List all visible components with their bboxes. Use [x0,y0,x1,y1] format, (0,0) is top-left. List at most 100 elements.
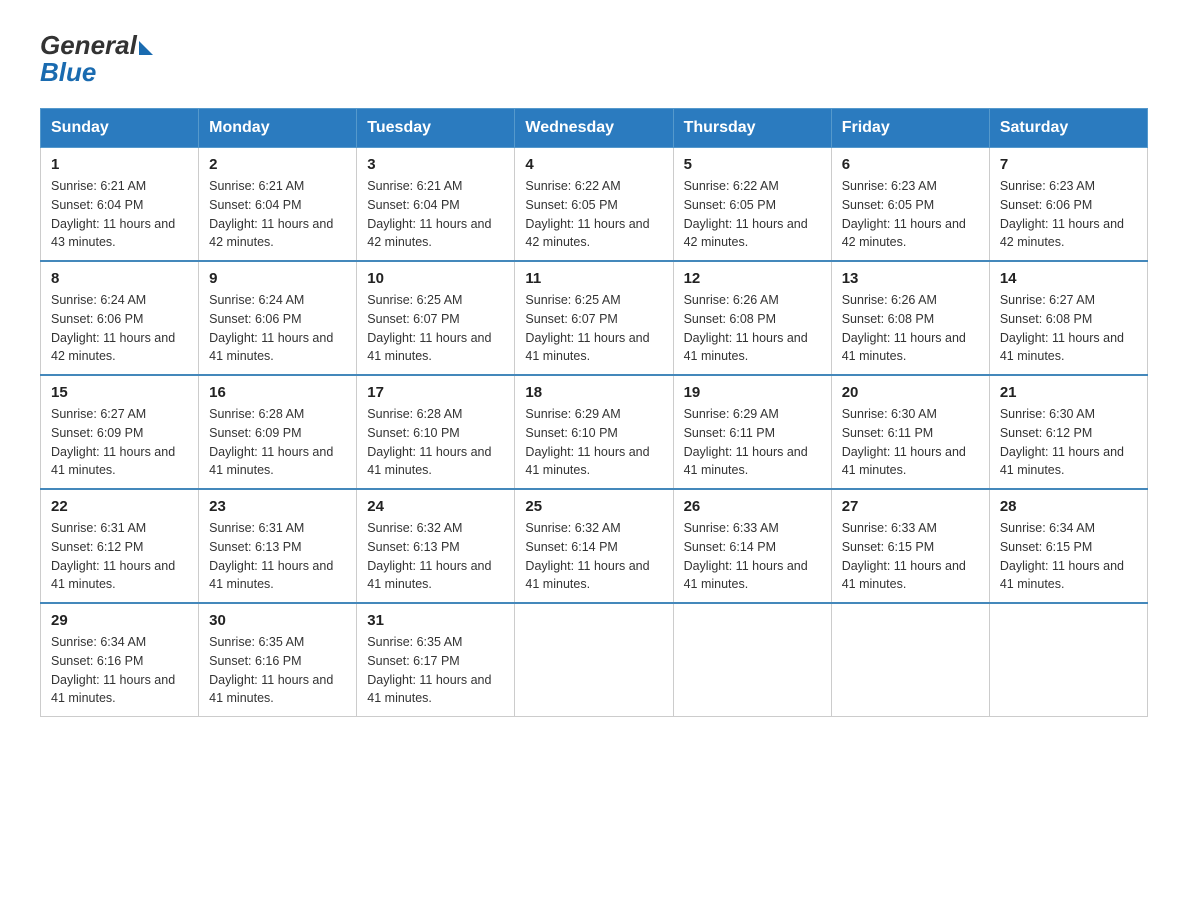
day-info: Sunrise: 6:35 AM Sunset: 6:17 PM Dayligh… [367,633,504,708]
calendar-week-row: 29 Sunrise: 6:34 AM Sunset: 6:16 PM Dayl… [41,603,1148,717]
calendar-cell: 21 Sunrise: 6:30 AM Sunset: 6:12 PM Dayl… [989,375,1147,489]
calendar-cell: 3 Sunrise: 6:21 AM Sunset: 6:04 PM Dayli… [357,148,515,262]
calendar-cell: 14 Sunrise: 6:27 AM Sunset: 6:08 PM Dayl… [989,261,1147,375]
logo: General Blue [40,30,153,88]
day-info: Sunrise: 6:31 AM Sunset: 6:12 PM Dayligh… [51,519,188,594]
weekday-header-saturday: Saturday [989,109,1147,148]
day-info: Sunrise: 6:23 AM Sunset: 6:05 PM Dayligh… [842,177,979,252]
calendar-cell: 6 Sunrise: 6:23 AM Sunset: 6:05 PM Dayli… [831,148,989,262]
calendar-cell: 28 Sunrise: 6:34 AM Sunset: 6:15 PM Dayl… [989,489,1147,603]
day-number: 18 [525,384,662,401]
calendar-cell: 9 Sunrise: 6:24 AM Sunset: 6:06 PM Dayli… [199,261,357,375]
weekday-header-wednesday: Wednesday [515,109,673,148]
day-number: 30 [209,612,346,629]
calendar-cell: 24 Sunrise: 6:32 AM Sunset: 6:13 PM Dayl… [357,489,515,603]
day-number: 3 [367,156,504,173]
calendar-cell: 17 Sunrise: 6:28 AM Sunset: 6:10 PM Dayl… [357,375,515,489]
calendar-cell: 1 Sunrise: 6:21 AM Sunset: 6:04 PM Dayli… [41,148,199,262]
day-number: 29 [51,612,188,629]
day-number: 15 [51,384,188,401]
day-info: Sunrise: 6:27 AM Sunset: 6:08 PM Dayligh… [1000,291,1137,366]
calendar-cell: 15 Sunrise: 6:27 AM Sunset: 6:09 PM Dayl… [41,375,199,489]
calendar-cell: 25 Sunrise: 6:32 AM Sunset: 6:14 PM Dayl… [515,489,673,603]
calendar-cell [831,603,989,717]
day-number: 13 [842,270,979,287]
calendar-cell: 22 Sunrise: 6:31 AM Sunset: 6:12 PM Dayl… [41,489,199,603]
day-number: 8 [51,270,188,287]
day-info: Sunrise: 6:26 AM Sunset: 6:08 PM Dayligh… [842,291,979,366]
day-number: 5 [684,156,821,173]
calendar-cell: 30 Sunrise: 6:35 AM Sunset: 6:16 PM Dayl… [199,603,357,717]
weekday-header-monday: Monday [199,109,357,148]
page-header: General Blue [40,30,1148,88]
calendar-cell: 11 Sunrise: 6:25 AM Sunset: 6:07 PM Dayl… [515,261,673,375]
day-info: Sunrise: 6:33 AM Sunset: 6:15 PM Dayligh… [842,519,979,594]
day-info: Sunrise: 6:35 AM Sunset: 6:16 PM Dayligh… [209,633,346,708]
calendar-cell: 5 Sunrise: 6:22 AM Sunset: 6:05 PM Dayli… [673,148,831,262]
day-info: Sunrise: 6:25 AM Sunset: 6:07 PM Dayligh… [367,291,504,366]
day-number: 25 [525,498,662,515]
calendar-cell: 27 Sunrise: 6:33 AM Sunset: 6:15 PM Dayl… [831,489,989,603]
calendar-week-row: 15 Sunrise: 6:27 AM Sunset: 6:09 PM Dayl… [41,375,1148,489]
calendar-cell: 4 Sunrise: 6:22 AM Sunset: 6:05 PM Dayli… [515,148,673,262]
day-info: Sunrise: 6:34 AM Sunset: 6:15 PM Dayligh… [1000,519,1137,594]
calendar-cell: 26 Sunrise: 6:33 AM Sunset: 6:14 PM Dayl… [673,489,831,603]
day-number: 10 [367,270,504,287]
day-number: 21 [1000,384,1137,401]
day-number: 9 [209,270,346,287]
logo-blue-text: Blue [40,57,96,88]
day-info: Sunrise: 6:21 AM Sunset: 6:04 PM Dayligh… [51,177,188,252]
calendar-week-row: 22 Sunrise: 6:31 AM Sunset: 6:12 PM Dayl… [41,489,1148,603]
calendar-cell: 7 Sunrise: 6:23 AM Sunset: 6:06 PM Dayli… [989,148,1147,262]
day-info: Sunrise: 6:33 AM Sunset: 6:14 PM Dayligh… [684,519,821,594]
day-info: Sunrise: 6:27 AM Sunset: 6:09 PM Dayligh… [51,405,188,480]
day-info: Sunrise: 6:23 AM Sunset: 6:06 PM Dayligh… [1000,177,1137,252]
calendar-week-row: 8 Sunrise: 6:24 AM Sunset: 6:06 PM Dayli… [41,261,1148,375]
day-number: 26 [684,498,821,515]
day-number: 22 [51,498,188,515]
calendar-cell [673,603,831,717]
day-number: 23 [209,498,346,515]
day-info: Sunrise: 6:28 AM Sunset: 6:09 PM Dayligh… [209,405,346,480]
day-number: 24 [367,498,504,515]
logo-triangle-icon [139,41,153,55]
day-info: Sunrise: 6:28 AM Sunset: 6:10 PM Dayligh… [367,405,504,480]
day-info: Sunrise: 6:22 AM Sunset: 6:05 PM Dayligh… [525,177,662,252]
calendar-cell: 16 Sunrise: 6:28 AM Sunset: 6:09 PM Dayl… [199,375,357,489]
weekday-header-row: SundayMondayTuesdayWednesdayThursdayFrid… [41,109,1148,148]
day-info: Sunrise: 6:29 AM Sunset: 6:10 PM Dayligh… [525,405,662,480]
calendar-cell: 18 Sunrise: 6:29 AM Sunset: 6:10 PM Dayl… [515,375,673,489]
calendar-cell: 8 Sunrise: 6:24 AM Sunset: 6:06 PM Dayli… [41,261,199,375]
day-info: Sunrise: 6:32 AM Sunset: 6:13 PM Dayligh… [367,519,504,594]
day-number: 1 [51,156,188,173]
day-number: 27 [842,498,979,515]
weekday-header-sunday: Sunday [41,109,199,148]
calendar-cell [515,603,673,717]
day-number: 16 [209,384,346,401]
day-number: 17 [367,384,504,401]
calendar-cell: 23 Sunrise: 6:31 AM Sunset: 6:13 PM Dayl… [199,489,357,603]
calendar-cell [989,603,1147,717]
calendar-cell: 13 Sunrise: 6:26 AM Sunset: 6:08 PM Dayl… [831,261,989,375]
day-info: Sunrise: 6:24 AM Sunset: 6:06 PM Dayligh… [209,291,346,366]
weekday-header-thursday: Thursday [673,109,831,148]
day-info: Sunrise: 6:22 AM Sunset: 6:05 PM Dayligh… [684,177,821,252]
weekday-header-tuesday: Tuesday [357,109,515,148]
day-number: 2 [209,156,346,173]
calendar-cell: 19 Sunrise: 6:29 AM Sunset: 6:11 PM Dayl… [673,375,831,489]
day-number: 14 [1000,270,1137,287]
weekday-header-friday: Friday [831,109,989,148]
day-info: Sunrise: 6:32 AM Sunset: 6:14 PM Dayligh… [525,519,662,594]
calendar-table: SundayMondayTuesdayWednesdayThursdayFrid… [40,108,1148,717]
day-number: 19 [684,384,821,401]
day-number: 7 [1000,156,1137,173]
day-number: 28 [1000,498,1137,515]
calendar-cell: 10 Sunrise: 6:25 AM Sunset: 6:07 PM Dayl… [357,261,515,375]
day-info: Sunrise: 6:21 AM Sunset: 6:04 PM Dayligh… [367,177,504,252]
calendar-cell: 2 Sunrise: 6:21 AM Sunset: 6:04 PM Dayli… [199,148,357,262]
day-number: 31 [367,612,504,629]
day-info: Sunrise: 6:30 AM Sunset: 6:11 PM Dayligh… [842,405,979,480]
calendar-cell: 12 Sunrise: 6:26 AM Sunset: 6:08 PM Dayl… [673,261,831,375]
day-info: Sunrise: 6:31 AM Sunset: 6:13 PM Dayligh… [209,519,346,594]
calendar-cell: 29 Sunrise: 6:34 AM Sunset: 6:16 PM Dayl… [41,603,199,717]
